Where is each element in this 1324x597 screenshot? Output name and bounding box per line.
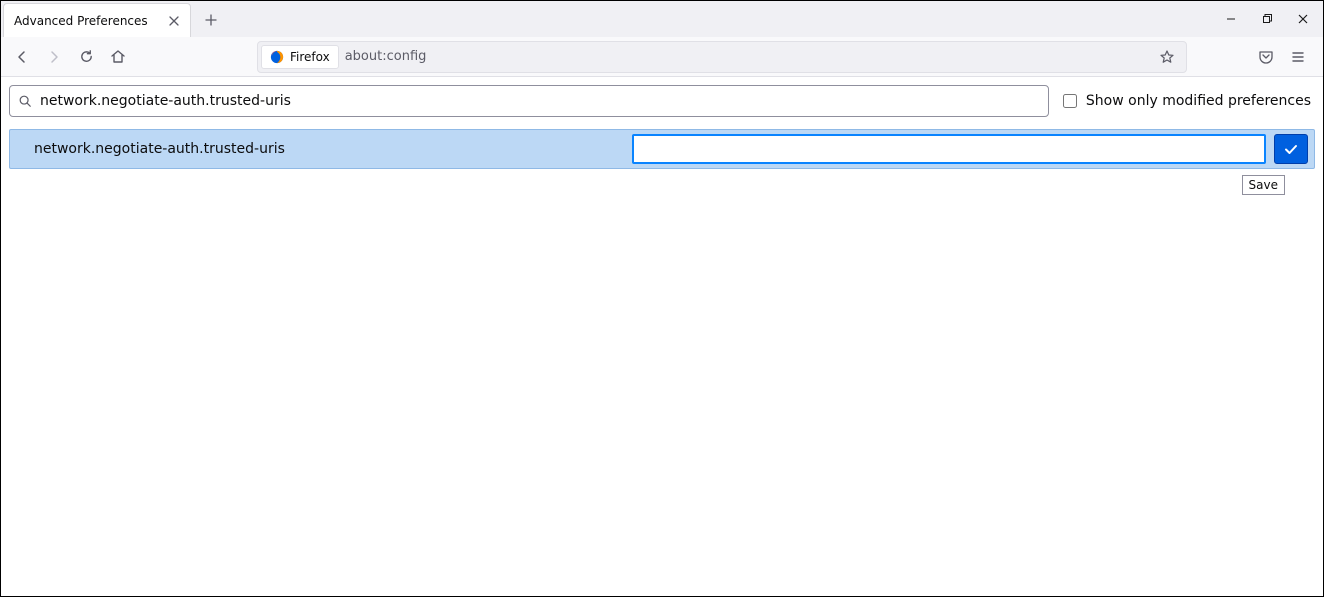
reload-icon <box>79 49 94 64</box>
pocket-button[interactable] <box>1251 42 1281 72</box>
search-row: Show only modified preferences <box>9 85 1315 117</box>
forward-button[interactable] <box>39 42 69 72</box>
close-tab-button[interactable] <box>166 13 182 29</box>
show-modified-toggle[interactable]: Show only modified preferences <box>1059 91 1315 111</box>
home-button[interactable] <box>103 42 133 72</box>
bookmark-button[interactable] <box>1154 44 1180 70</box>
about-config-content: Show only modified preferences network.n… <box>1 77 1323 596</box>
hamburger-icon <box>1291 50 1305 64</box>
browser-tab[interactable]: Advanced Preferences <box>3 3 191 37</box>
pref-search-box[interactable] <box>9 85 1049 117</box>
nav-toolbar: Firefox about:config <box>1 37 1323 77</box>
minimize-icon <box>1226 14 1236 24</box>
arrow-right-icon <box>46 49 62 65</box>
star-icon <box>1159 49 1175 65</box>
plus-icon <box>205 14 217 26</box>
reload-button[interactable] <box>71 42 101 72</box>
pref-row: network.negotiate-auth.trusted-uris <box>9 129 1315 169</box>
window-controls <box>1213 1 1321 37</box>
pref-value-input[interactable] <box>632 134 1266 164</box>
url-text: about:config <box>345 49 1154 64</box>
identity-box[interactable]: Firefox <box>261 45 339 69</box>
firefox-icon <box>270 50 284 64</box>
pref-name: network.negotiate-auth.trusted-uris <box>34 141 624 157</box>
url-bar[interactable]: Firefox about:config <box>257 41 1187 73</box>
show-modified-checkbox[interactable] <box>1063 94 1077 108</box>
arrow-left-icon <box>14 49 30 65</box>
close-window-button[interactable] <box>1285 5 1321 33</box>
new-tab-button[interactable] <box>197 6 225 34</box>
identity-label: Firefox <box>290 50 330 64</box>
tab-title: Advanced Preferences <box>14 14 166 28</box>
tab-strip: Advanced Preferences <box>1 1 1323 37</box>
pref-search-input[interactable] <box>38 92 1040 110</box>
maximize-button[interactable] <box>1249 5 1285 33</box>
close-icon <box>169 16 179 26</box>
pocket-icon <box>1258 49 1274 65</box>
minimize-button[interactable] <box>1213 5 1249 33</box>
home-icon <box>110 49 126 65</box>
search-icon <box>18 94 32 108</box>
back-button[interactable] <box>7 42 37 72</box>
save-pref-button[interactable] <box>1274 134 1308 164</box>
check-icon <box>1283 141 1299 157</box>
app-menu-button[interactable] <box>1283 42 1313 72</box>
show-modified-label: Show only modified preferences <box>1086 93 1311 109</box>
close-icon <box>1298 14 1308 24</box>
maximize-icon <box>1262 14 1272 24</box>
save-tooltip: Save <box>1242 175 1285 195</box>
